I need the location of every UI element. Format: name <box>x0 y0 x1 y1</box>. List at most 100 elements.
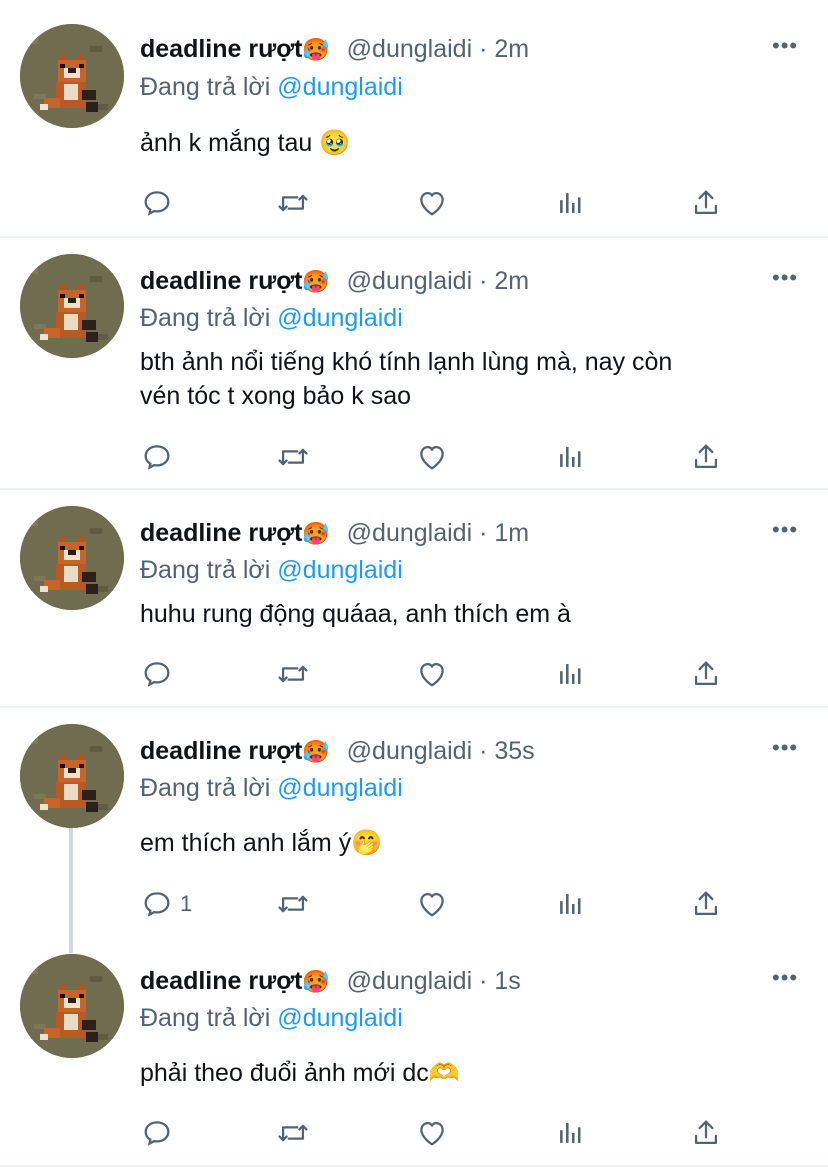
more-icon[interactable]: ••• <box>772 737 802 759</box>
views-icon[interactable] <box>553 440 587 474</box>
avatar[interactable] <box>20 724 124 828</box>
tweet[interactable]: deadline rượt🥵 @dunglaidi · 2m ••• Đang … <box>0 0 828 236</box>
action-bar: 1 <box>140 887 740 921</box>
mention-link[interactable]: @dunglaidi <box>277 304 402 332</box>
reply-icon[interactable] <box>140 657 180 691</box>
reply-icon[interactable] <box>140 1116 180 1150</box>
retweet-icon[interactable] <box>276 657 310 691</box>
mention-link[interactable]: @dunglaidi <box>277 774 402 802</box>
replying-to: Đang trả lời @dunglaidi <box>140 773 403 803</box>
tweet[interactable]: deadline rượt🥵 @dunglaidi · 35s ••• Đang… <box>0 708 828 953</box>
timestamp[interactable]: 1m <box>494 519 529 547</box>
tweet-header: deadline rượt🥵 @dunglaidi · 1m <box>140 518 529 550</box>
tweet[interactable]: deadline rượt🥵 @dunglaidi · 1m ••• Đang … <box>0 490 828 706</box>
tweet-text-line: huhu rung động quáaa, anh thích em à <box>140 600 571 628</box>
tweet-text: ảnh k mắng tau 🥹 <box>140 126 800 160</box>
share-icon[interactable] <box>689 186 723 220</box>
thread-connector <box>69 828 73 953</box>
avatar[interactable] <box>20 954 124 1058</box>
action-bar <box>140 186 740 220</box>
action-bar <box>140 440 740 474</box>
separator-dot: · <box>479 519 488 547</box>
name-emoji: 🥵 <box>302 970 330 995</box>
avatar-image <box>20 724 124 828</box>
separator-dot: · <box>479 737 488 765</box>
tweet-header: deadline rượt🥵 @dunglaidi · 35s <box>140 736 535 768</box>
display-name[interactable]: deadline rượt <box>140 267 302 295</box>
tweet-header: deadline rượt🥵 @dunglaidi · 2m <box>140 266 529 298</box>
tweet[interactable]: deadline rượt🥵 @dunglaidi · 1s ••• Đang … <box>0 948 828 1165</box>
heart-icon[interactable] <box>415 1116 449 1150</box>
tweet-header: deadline rượt🥵 @dunglaidi · 1s <box>140 966 521 998</box>
name-emoji: 🥵 <box>302 522 330 547</box>
tweet-text: bth ảnh nổi tiếng khó tính lạnh lùng mà,… <box>140 345 800 413</box>
heart-icon[interactable] <box>415 887 449 921</box>
more-icon[interactable]: ••• <box>772 35 802 57</box>
more-icon[interactable]: ••• <box>772 967 802 989</box>
share-icon[interactable] <box>689 657 723 691</box>
separator-dot: · <box>479 267 488 295</box>
display-name[interactable]: deadline rượt <box>140 737 302 765</box>
share-icon[interactable] <box>689 440 723 474</box>
tweet-text-line: vén tóc t xong bảo k sao <box>140 382 412 410</box>
tweet-text: em thích anh lắm ý🤭 <box>140 826 800 860</box>
tweet-text-line: ảnh k mắng tau 🥹 <box>140 129 351 157</box>
replying-to: Đang trả lời @dunglaidi <box>140 555 403 585</box>
views-icon[interactable] <box>553 1116 587 1150</box>
user-handle[interactable]: @dunglaidi <box>347 967 472 995</box>
more-icon[interactable]: ••• <box>772 519 802 541</box>
avatar-image <box>20 254 124 358</box>
timestamp[interactable]: 35s <box>494 737 534 765</box>
display-name[interactable]: deadline rượt <box>140 967 302 995</box>
user-handle[interactable]: @dunglaidi <box>347 737 472 765</box>
heart-icon[interactable] <box>415 440 449 474</box>
views-icon[interactable] <box>553 887 587 921</box>
mention-link[interactable]: @dunglaidi <box>277 1004 402 1032</box>
replying-to: Đang trả lời @dunglaidi <box>140 1003 403 1033</box>
action-bar <box>140 1116 740 1150</box>
timestamp[interactable]: 2m <box>494 267 529 295</box>
tweet[interactable]: deadline rượt🥵 @dunglaidi · 2m ••• Đang … <box>0 238 828 488</box>
action-bar <box>140 657 740 691</box>
user-handle[interactable]: @dunglaidi <box>347 35 472 63</box>
user-handle[interactable]: @dunglaidi <box>347 519 472 547</box>
more-icon[interactable]: ••• <box>772 267 802 289</box>
views-icon[interactable] <box>553 657 587 691</box>
share-icon[interactable] <box>689 887 723 921</box>
reply-icon[interactable] <box>140 440 180 474</box>
replying-prefix: Đang trả lời <box>140 73 271 101</box>
tweet-text-line: em thích anh lắm ý🤭 <box>140 829 383 857</box>
avatar-image <box>20 954 124 1058</box>
views-icon[interactable] <box>553 186 587 220</box>
replying-prefix: Đang trả lời <box>140 304 271 332</box>
tweet-text: phải theo đuổi ảnh mới dc🫶 <box>140 1056 800 1090</box>
name-emoji: 🥵 <box>302 38 330 63</box>
replying-to: Đang trả lời @dunglaidi <box>140 303 403 333</box>
retweet-icon[interactable] <box>276 1116 310 1150</box>
tweet-text: huhu rung động quáaa, anh thích em à <box>140 597 800 631</box>
timestamp[interactable]: 2m <box>494 35 529 63</box>
retweet-icon[interactable] <box>276 186 310 220</box>
heart-icon[interactable] <box>415 657 449 691</box>
heart-icon[interactable] <box>415 186 449 220</box>
mention-link[interactable]: @dunglaidi <box>277 556 402 584</box>
mention-link[interactable]: @dunglaidi <box>277 73 402 101</box>
tweet-header: deadline rượt🥵 @dunglaidi · 2m <box>140 34 529 66</box>
separator-dot: · <box>479 967 488 995</box>
display-name[interactable]: deadline rượt <box>140 35 302 63</box>
avatar[interactable] <box>20 254 124 358</box>
user-handle[interactable]: @dunglaidi <box>347 267 472 295</box>
share-icon[interactable] <box>689 1116 723 1150</box>
tweet-text-line: phải theo đuổi ảnh mới dc🫶 <box>140 1059 460 1087</box>
retweet-icon[interactable] <box>276 887 310 921</box>
reply-icon[interactable] <box>140 186 180 220</box>
avatar[interactable] <box>20 506 124 610</box>
retweet-icon[interactable] <box>276 440 310 474</box>
separator-dot: · <box>479 35 488 63</box>
name-emoji: 🥵 <box>302 270 330 295</box>
avatar[interactable] <box>20 24 124 128</box>
timestamp[interactable]: 1s <box>494 967 520 995</box>
display-name[interactable]: deadline rượt <box>140 519 302 547</box>
reply-icon[interactable]: 1 <box>140 887 192 921</box>
replying-prefix: Đang trả lời <box>140 774 271 802</box>
